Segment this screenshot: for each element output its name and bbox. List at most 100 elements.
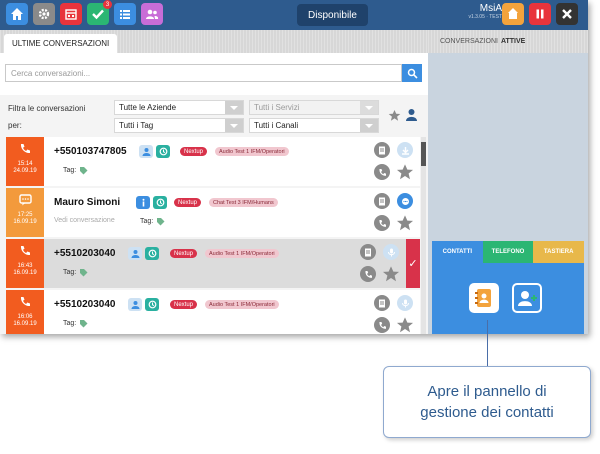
conversation-caller: +550103747805 [54, 146, 127, 157]
user-info: MsiA v1.3.05 · TEST [468, 3, 502, 20]
search-button[interactable] [402, 64, 422, 82]
address-book-button[interactable] [469, 283, 499, 313]
channel-strip: 15:14 24.09.19 [6, 137, 44, 186]
phone-icon [20, 144, 30, 154]
conversation-time: 16:06 [17, 314, 33, 320]
microphone-icon[interactable] [397, 295, 413, 311]
conversation-date: 16.09.19 [13, 321, 37, 327]
tag-service: Audio Test 1 IFM/Operatori [205, 300, 279, 309]
list-icon[interactable] [114, 3, 136, 25]
select-tags[interactable]: Tutti i Tag [114, 118, 244, 133]
tab-tastiera[interactable]: TASTIERA [533, 241, 585, 263]
app-version: v1.3.05 · TEST [468, 14, 502, 20]
document-icon[interactable] [360, 244, 376, 260]
select-channels[interactable]: Tutti i Canali [249, 118, 379, 133]
download-icon[interactable] [397, 142, 413, 158]
address-book-icon [475, 289, 491, 307]
contact-icon[interactable] [139, 145, 153, 158]
calendar-icon[interactable] [60, 3, 82, 25]
star-icon[interactable] [382, 265, 400, 283]
info-icon[interactable] [136, 196, 150, 209]
document-icon[interactable] [374, 295, 390, 311]
contacts-group-icon[interactable] [141, 3, 163, 25]
top-bar: 3 Disponibile MsiA v1.3.05 · TEST [0, 0, 588, 30]
conversation-time: 17:25 [17, 212, 33, 218]
tags-line: Tag: [63, 166, 88, 175]
close-icon[interactable] [556, 3, 578, 25]
search-row: Cerca conversazioni... [0, 53, 428, 95]
select-companies[interactable]: Tutte le Aziende [114, 100, 244, 115]
chevron-down-icon [360, 119, 378, 132]
chat-bubble-icon[interactable] [397, 193, 413, 209]
star-icon[interactable] [396, 163, 414, 181]
tags-line: Tag: [140, 217, 165, 226]
history-icon[interactable] [145, 247, 159, 260]
star-icon[interactable] [396, 316, 414, 334]
tab-contatti[interactable]: CONTATTI [432, 241, 483, 263]
conversation-caller: +5510203040 [54, 299, 116, 310]
chevron-down-icon [225, 101, 243, 114]
history-icon[interactable] [145, 298, 159, 311]
channel-strip: 16:43 16.09.19 [6, 239, 44, 288]
chevron-down-icon [360, 101, 378, 114]
list-item[interactable]: 16:06 16.09.19 +5510203040 Nextup Audio T… [6, 290, 420, 334]
tag-company: Nextup [170, 300, 198, 309]
conversation-date: 24.09.19 [13, 168, 37, 174]
filter-label: Filtra le conversazioni [8, 104, 86, 113]
history-icon[interactable] [153, 196, 167, 209]
filters-section: Filtra le conversazioni per: Tutte le Az… [0, 95, 428, 135]
active-conversations-panel: CONVERSAZIONI ATTIVE CONTATTI TELEFONO TA… [428, 30, 588, 334]
tag-service: Chat Test 3 IFM/Humans [209, 198, 278, 207]
list-item[interactable]: 17:25 16.09.19 Mauro Simoni Nextup Chat T… [6, 188, 420, 237]
history-icon[interactable] [156, 145, 170, 158]
phone-icon [20, 297, 30, 307]
search-conversations-input[interactable]: Cerca conversazioni... [5, 64, 402, 82]
conversation-caller: Mauro Simoni [54, 197, 121, 208]
tag-service: Audio Test 1 IFM/Operatori [215, 147, 289, 156]
conversation-scrollbar[interactable] [421, 137, 426, 334]
tag-company: Nextup [170, 249, 198, 258]
chat-icon [18, 194, 32, 206]
availability-status-button[interactable]: Disponibile [297, 4, 368, 26]
tab-recent-conversations[interactable]: ULTIME CONVERSAZIONI [4, 34, 118, 53]
user-name: MsiA [479, 3, 502, 14]
callback-icon[interactable] [374, 317, 390, 333]
view-conversation-link[interactable]: Vedi conversazione [54, 217, 115, 224]
tag-icon [157, 218, 165, 226]
user-filter-icon[interactable] [405, 108, 418, 122]
callback-icon[interactable] [374, 164, 390, 180]
contact-icon[interactable] [128, 298, 142, 311]
callback-icon[interactable] [360, 266, 376, 282]
star-filter-icon[interactable] [388, 109, 401, 122]
callback-icon[interactable] [374, 215, 390, 231]
add-contact-button[interactable] [512, 283, 542, 313]
add-user-icon [518, 291, 537, 306]
conversation-caller: +5510203040 [54, 248, 116, 259]
contact-icon[interactable] [128, 247, 142, 260]
tag-company: Nextup [174, 198, 202, 207]
conversation-date: 16.09.19 [13, 219, 37, 225]
tasks-check-icon[interactable]: 3 [87, 0, 112, 25]
settings-gear-icon[interactable] [33, 3, 55, 25]
microphone-icon[interactable] [383, 244, 399, 260]
pause-icon[interactable] [529, 3, 551, 25]
conversation-tabs: ULTIME CONVERSAZIONI [0, 30, 428, 53]
select-services: Tutti i Servizi [249, 100, 379, 115]
tab-telefono[interactable]: TELEFONO [482, 241, 534, 263]
list-item-selected[interactable]: 16:43 16.09.19 +5510203040 Nextup Audio T… [6, 239, 420, 288]
logout-icon[interactable] [502, 3, 524, 25]
home-icon[interactable] [6, 3, 28, 25]
document-icon[interactable] [374, 193, 390, 209]
active-conversations-header: CONVERSAZIONI ATTIVE [428, 30, 588, 53]
list-item[interactable]: 15:14 24.09.19 +550103747805 Nextup Audio… [6, 137, 420, 186]
conversation-list: 15:14 24.09.19 +550103747805 Nextup Audio… [6, 137, 420, 334]
scrollbar-thumb[interactable] [421, 142, 426, 166]
contact-phone-keypad-tabs: CONTATTI TELEFONO TASTIERA [432, 241, 585, 263]
chevron-down-icon [225, 119, 243, 132]
checkmark-icon[interactable]: ✓ [406, 239, 420, 288]
annotation-callout: Apre il pannello di gestione dei contatt… [383, 366, 591, 438]
star-icon[interactable] [396, 214, 414, 232]
recent-conversations-panel: ULTIME CONVERSAZIONI Cerca conversazioni… [0, 30, 428, 334]
filter-label-per: per: [8, 121, 22, 130]
document-icon[interactable] [374, 142, 390, 158]
